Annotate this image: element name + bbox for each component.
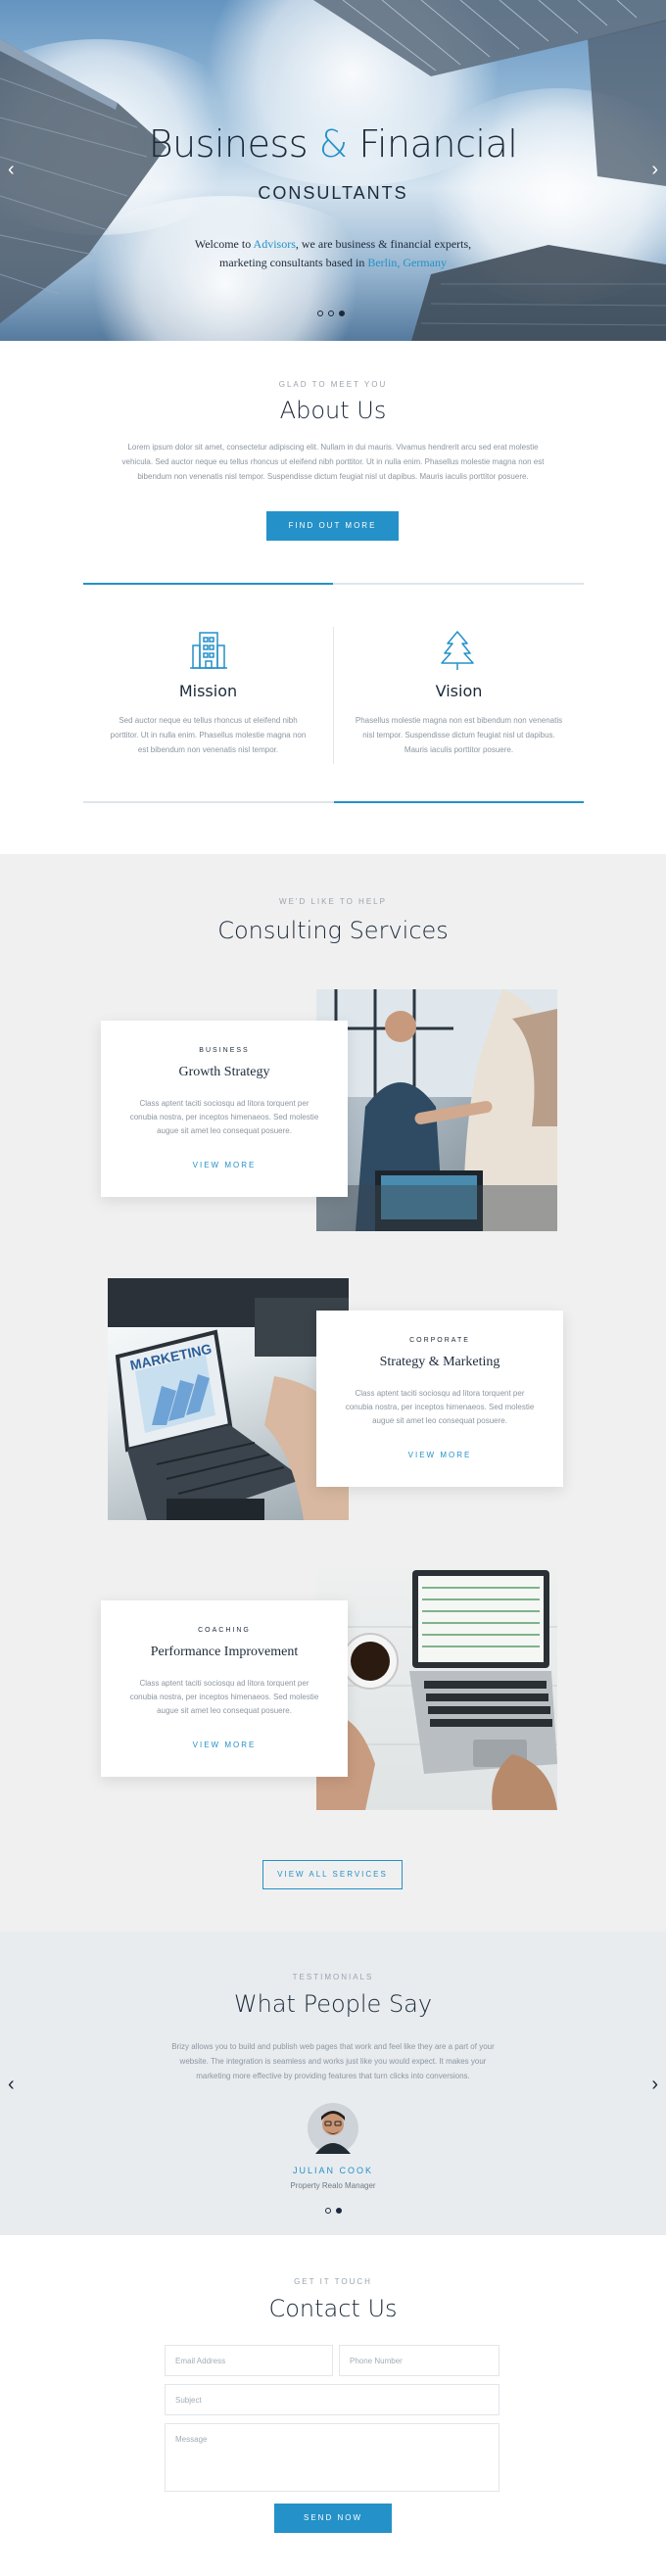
mission-text: Sed auctor neque eu tellus rhoncus ut el… [98, 713, 318, 757]
service-card-performance-improvement: COACHING Performance Improvement Class a… [101, 1600, 348, 1777]
hero-desc-text: marketing consultants based in [219, 256, 368, 269]
handshake-meeting-illustration [316, 989, 557, 1231]
contact-eyebrow: GET IT TOUCH [294, 2277, 372, 2286]
service-card-strategy-marketing: CORPORATE Strategy & Marketing Class apt… [316, 1311, 563, 1487]
service-category: COACHING [198, 1627, 251, 1634]
service-description-line: Class aptent taciti sociosqu ad litora t… [139, 1099, 309, 1108]
mission-text-line: Sed auctor neque eu tellus rhoncus ut el… [119, 716, 298, 725]
slider-dot[interactable] [317, 310, 323, 316]
service-description-line: augue sit amet leo consequat posuere. [157, 1126, 292, 1135]
performance-improvement-photo [316, 1568, 557, 1810]
message-field[interactable] [165, 2423, 500, 2492]
view-all-services-button[interactable]: VIEW ALL SERVICES [262, 1860, 403, 1889]
mission-text-line: est bibendum non venenatis nisl tempor. [137, 745, 279, 754]
services-eyebrow: WE'D LIKE TO HELP [279, 897, 387, 906]
testimonial-quote-line: Brizy allows you to build and publish we… [171, 2042, 495, 2051]
send-now-button[interactable]: SEND NOW [274, 2504, 392, 2533]
mission-title: Mission [178, 682, 238, 700]
testimonials-eyebrow: TESTIMONIALS [292, 1973, 374, 1981]
services-title: Consulting Services [217, 917, 449, 944]
service-description: Class aptent taciti sociosqu ad litora t… [128, 1097, 320, 1138]
slider-dot[interactable] [336, 2208, 342, 2214]
service-description-line: conubia nostra, per inceptos himenaeos. … [129, 1113, 319, 1121]
testimonial-author-role: Property Realo Manager [290, 2181, 376, 2190]
service-card-growth-strategy: BUSINESS Growth Strategy Class aptent ta… [101, 1021, 348, 1197]
vision-text-line: nisl tempor. Suspendisse dictum feugiat … [362, 731, 555, 739]
laptop-coffee-illustration [316, 1570, 557, 1810]
about-divider-bottom [83, 801, 584, 803]
hero-brand-link[interactable]: Advisors [254, 237, 296, 251]
hero-title-ampersand: & [318, 122, 349, 166]
vision-title: Vision [435, 682, 483, 700]
avatar [308, 2103, 358, 2154]
email-field[interactable] [165, 2345, 333, 2376]
testimonial-prev-arrow[interactable]: ‹ [8, 2074, 15, 2096]
contact-title: Contact Us [268, 2295, 398, 2322]
service-title: Performance Improvement [150, 1645, 299, 1659]
service-description-line: Class aptent taciti sociosqu ad litora t… [139, 1679, 309, 1688]
marketing-laptop-illustration: MARKETING [108, 1278, 349, 1520]
service-description-line: augue sit amet leo consequat posuere. [372, 1416, 507, 1425]
view-more-link[interactable]: VIEW MORE [101, 1161, 348, 1169]
about-title: About Us [279, 397, 387, 424]
service-title: Strategy & Marketing [379, 1355, 500, 1369]
service-description-line: conubia nostra, per inceptos himenaeos. … [129, 1693, 319, 1701]
vision-text-line: Phasellus molestie magna non est bibendu… [355, 716, 563, 725]
services-section: WE'D LIKE TO HELP Consulting Services BU… [0, 854, 666, 1932]
service-description: Class aptent taciti sociosqu ad litora t… [128, 1677, 320, 1718]
mission-text-line: porttitor. Ut in nulla enim. Phasellus m… [110, 731, 307, 739]
growth-strategy-photo [316, 989, 557, 1231]
hero-title-part1: Business [148, 122, 309, 166]
divider-accent [334, 801, 584, 803]
service-description-line: augue sit amet leo consequat posuere. [157, 1706, 292, 1715]
about-eyebrow: GLAD TO MEET YOU [278, 380, 388, 389]
service-description: Class aptent taciti sociosqu ad litora t… [344, 1387, 536, 1428]
about-divider-top [83, 583, 584, 585]
hero-description: Welcome to Advisors, we are business & f… [0, 235, 666, 272]
hero-title-part2: Financial [358, 122, 518, 166]
hero-title: Business & Financial [0, 122, 666, 166]
slider-dot[interactable] [328, 310, 334, 316]
hero-subtitle: CONSULTANTS [258, 183, 408, 203]
building-icon [190, 632, 227, 669]
about-text: Lorem ipsum dolor sit amet, consectetur … [88, 440, 578, 484]
slider-dot[interactable] [339, 310, 345, 316]
phone-field[interactable] [339, 2345, 500, 2376]
service-category: BUSINESS [199, 1047, 250, 1054]
hero-slider: Business & Financial CONSULTANTS Welcome… [0, 0, 666, 341]
service-description-line: conubia nostra, per inceptos himenaeos. … [345, 1403, 535, 1411]
testimonials-section: TESTIMONIALS What People Say Brizy allow… [0, 1932, 666, 2235]
testimonial-quote-line: website. The integration is seamless and… [179, 2057, 487, 2066]
strategy-marketing-photo: MARKETING [108, 1278, 349, 1520]
hero-desc-text: , we are business & financial experts, [295, 237, 472, 251]
subject-field[interactable] [165, 2384, 500, 2415]
service-title: Growth Strategy [178, 1065, 270, 1079]
hero-slider-dots [317, 310, 345, 316]
testimonial-next-arrow[interactable]: › [651, 2074, 658, 2096]
view-more-link[interactable]: VIEW MORE [101, 1741, 348, 1749]
testimonial-quote-line: marketing more effective by providing fe… [196, 2072, 470, 2080]
testimonials-title: What People Say [233, 1990, 433, 2018]
hero-next-arrow[interactable]: › [651, 159, 658, 181]
divider-accent [83, 583, 333, 585]
slider-dot[interactable] [325, 2208, 331, 2214]
testimonial-quote: Brizy allows you to build and publish we… [137, 2039, 529, 2083]
hero-desc-text: Welcome to [194, 237, 254, 251]
service-description-line: Class aptent taciti sociosqu ad litora t… [355, 1389, 525, 1398]
view-more-link[interactable]: VIEW MORE [316, 1451, 563, 1459]
find-out-more-button[interactable]: FIND OUT MORE [266, 511, 399, 541]
about-text-line: vehicula. Sed auctor neque eu tellus rho… [121, 457, 545, 466]
tree-icon [441, 631, 474, 670]
hero-overlay [0, 0, 666, 341]
testimonial-author-name: JULIAN COOK [292, 2166, 373, 2175]
about-text-line: Lorem ipsum dolor sit amet, consectetur … [127, 443, 539, 452]
vision-text-line: Mauris iaculis porttitor posuere. [404, 745, 514, 754]
about-text-line: bibendum non venenatis nisl tempor. Susp… [137, 472, 529, 481]
testimonial-slider-dots [325, 2208, 342, 2214]
hero-prev-arrow[interactable]: ‹ [8, 159, 15, 181]
vision-text: Phasellus molestie magna non est bibendu… [349, 713, 569, 757]
hero-location-link[interactable]: Berlin, Germany [367, 256, 447, 269]
service-category: CORPORATE [409, 1337, 470, 1344]
